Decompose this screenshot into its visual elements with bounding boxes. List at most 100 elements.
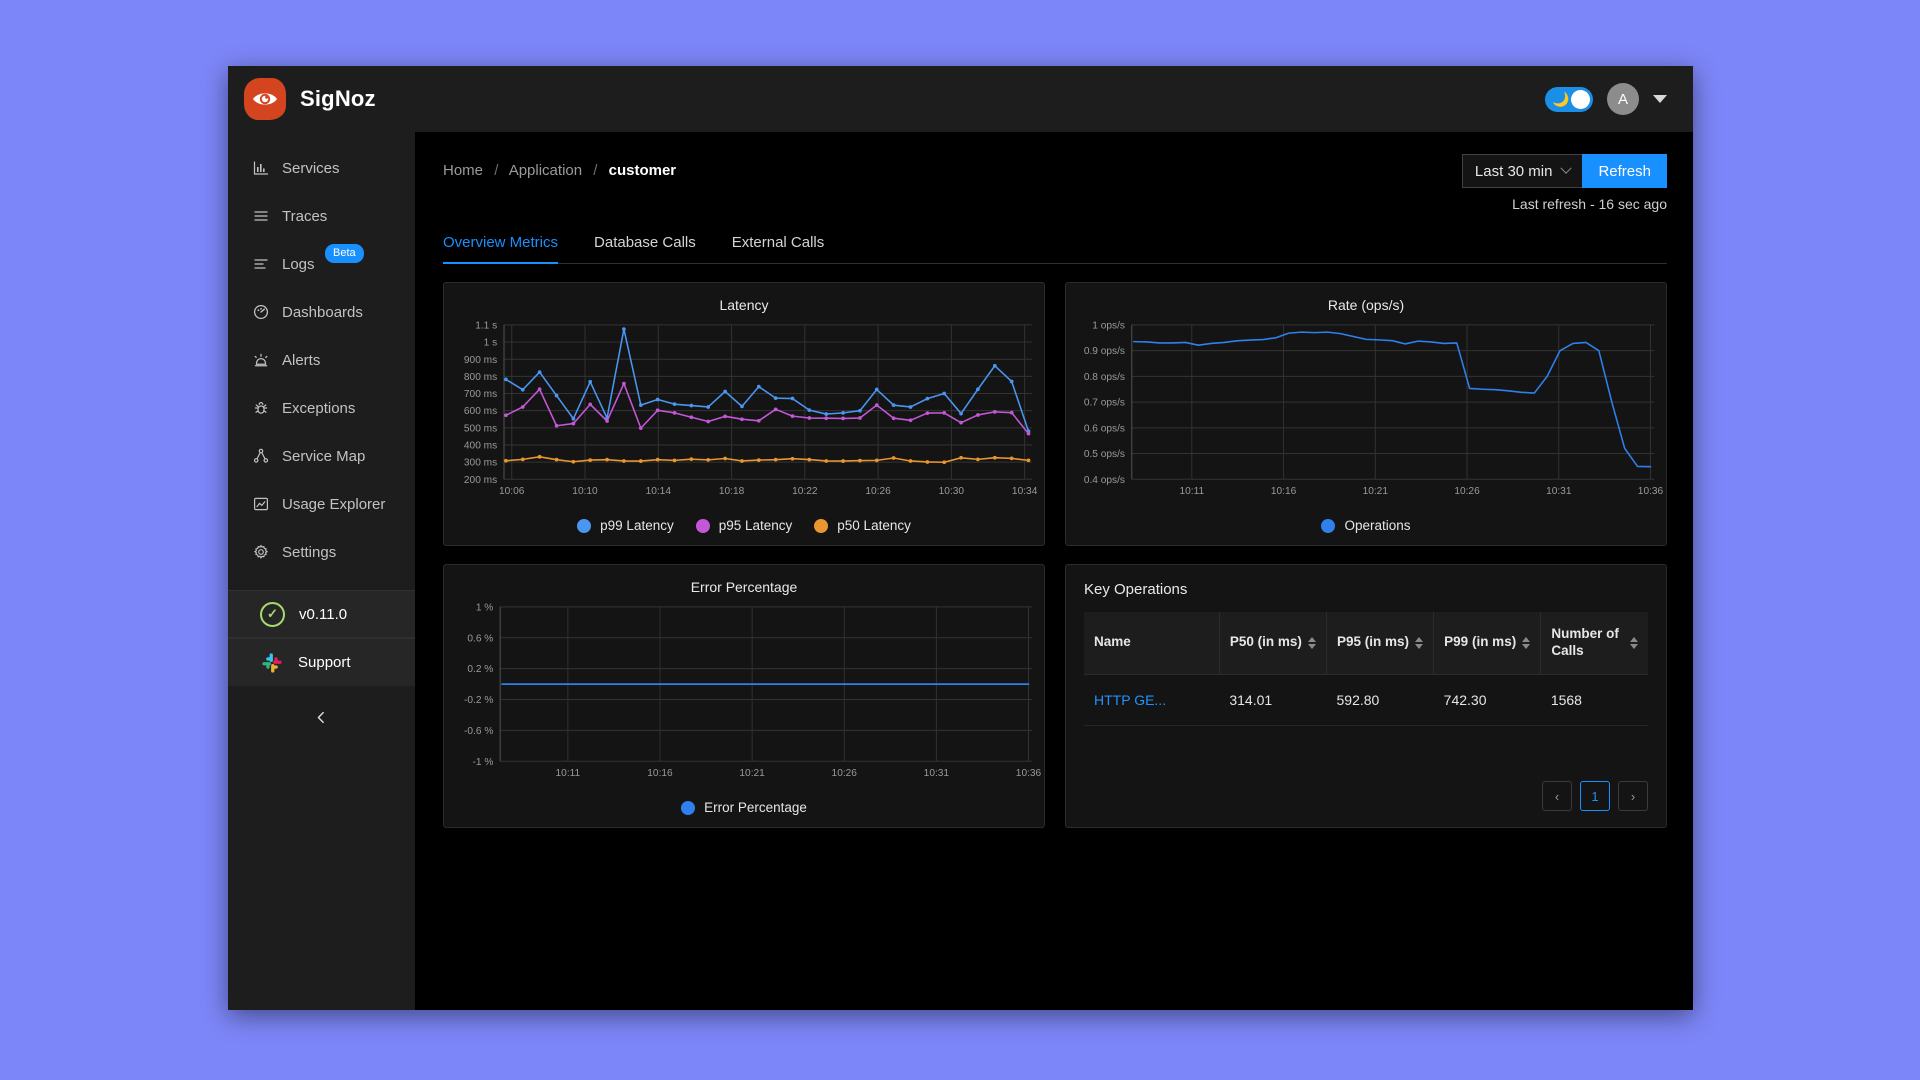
sidebar-item-service-map[interactable]: Service Map [228,432,415,480]
latency-chart[interactable]: 1.1 s 1 s 900 ms 800 ms 700 ms 600 ms 500 ms 40… [444,317,1044,505]
cell-operation-name[interactable]: HTTP GE... [1084,674,1220,726]
tab-overview-metrics[interactable]: Overview Metrics [443,234,576,264]
column-header-calls[interactable]: Number of Calls [1540,612,1648,675]
sidebar-item-settings[interactable]: Settings [228,528,415,576]
svg-text:10:21: 10:21 [739,768,765,779]
pagination-next-button[interactable]: › [1618,781,1648,811]
legend-label: p99 Latency [600,518,674,533]
svg-text:0.2 %: 0.2 % [467,664,493,675]
tab-database-calls[interactable]: Database Calls [576,234,714,263]
key-operations-table: Name P50 (in ms) P95 (in ms) P99 (in ms)… [1084,612,1648,726]
svg-text:10:16: 10:16 [1271,486,1297,497]
panel-latency: Latency 1.1 s 1 s 900 ms 800 ms 700 ms 600 ms… [443,282,1045,546]
error-percentage-legend: Error Percentage [444,800,1044,815]
sidebar-bottom: ✓ v0.11.0 Support [228,590,415,748]
panel-rate: Rate (ops/s) 1 ops/s 0.9 ops/s 0.8 ops/s 0.… [1065,282,1667,546]
svg-text:10:31: 10:31 [1546,486,1572,497]
refresh-button[interactable]: Refresh [1582,154,1667,188]
nodes-share-icon [252,447,270,465]
legend-item-p50[interactable]: p50 Latency [814,518,911,533]
panel-title: Rate (ops/s) [1327,297,1405,313]
sidebar-item-logs[interactable]: Logs Beta [228,240,415,288]
svg-text:10:16: 10:16 [647,768,673,779]
chevron-left-icon [317,711,324,723]
panel-title: Error Percentage [690,579,798,595]
svg-text:500 ms: 500 ms [464,423,497,434]
toggle-knob [1571,89,1590,109]
svg-text:10:10: 10:10 [572,486,598,497]
dashboard-gauge-icon [252,303,270,321]
tabs: Overview Metrics Database Calls External… [443,234,1667,264]
svg-text:0.7 ops/s: 0.7 ops/s [1084,398,1125,409]
svg-text:1 %: 1 % [476,602,494,613]
chevron-down-icon[interactable] [1653,95,1667,103]
sidebar: Services Traces Logs Beta Dashboards Ale… [228,132,415,1010]
sidebar-item-label: Service Map [282,447,366,465]
svg-text:400 ms: 400 ms [464,440,497,451]
time-range-select[interactable]: Last 30 min [1461,154,1583,188]
column-label: P50 (in ms) [1229,634,1302,650]
line-chart-icon [252,495,270,513]
legend-dot [577,518,592,533]
signoz-app-window: SigNoz 🌙 A Services Traces Logs Beta Das… [228,66,1693,1010]
svg-text:700 ms: 700 ms [464,389,497,400]
support-row[interactable]: Support [228,638,415,686]
align-left-icon [252,255,270,273]
column-header-p50[interactable]: P50 (in ms) [1218,612,1327,675]
sidebar-item-traces[interactable]: Traces [228,192,415,240]
menu-lines-icon [252,207,270,225]
error-percentage-chart[interactable]: 1 % 0.6 % 0.2 % -0.2 % -0.6 % -1 % 10:11 10:16 1… [444,599,1044,787]
sidebar-item-services[interactable]: Services [228,144,415,192]
tab-external-calls[interactable]: External Calls [714,234,843,263]
rate-chart[interactable]: 1 ops/s 0.9 ops/s 0.8 ops/s 0.7 ops/s 0.6 op… [1066,317,1666,505]
svg-text:800 ms: 800 ms [464,372,497,383]
sort-toggle-icon[interactable] [1522,636,1531,649]
legend-label: p50 Latency [837,518,911,533]
legend-item-p95[interactable]: p95 Latency [695,518,792,533]
svg-text:0.5 ops/s: 0.5 ops/s [1084,449,1125,460]
svg-text:10:18: 10:18 [719,486,745,497]
legend-item-operations[interactable]: Operations [1321,518,1411,533]
svg-text:10:34: 10:34 [1012,486,1038,497]
bug-icon [252,399,270,417]
svg-text:1.1 s: 1.1 s [475,320,497,331]
column-label: Name [1094,634,1131,650]
sidebar-item-exceptions[interactable]: Exceptions [228,384,415,432]
sidebar-item-usage-explorer[interactable]: Usage Explorer [228,480,415,528]
avatar[interactable]: A [1607,83,1639,115]
legend-item-error-percentage[interactable]: Error Percentage [681,800,807,815]
legend-label: Operations [1344,518,1411,533]
sort-toggle-icon[interactable] [1415,636,1424,649]
svg-text:-0.2 %: -0.2 % [464,695,493,706]
svg-text:200 ms: 200 ms [464,475,497,486]
version-row[interactable]: ✓ v0.11.0 [228,590,415,638]
column-header-p95[interactable]: P95 (in ms) [1326,612,1434,675]
sidebar-item-alerts[interactable]: Alerts [228,336,415,384]
column-header-name[interactable]: Name [1084,612,1220,675]
breadcrumb-application[interactable]: Application [509,162,582,179]
svg-text:10:36: 10:36 [1016,768,1042,779]
pagination-prev-button[interactable]: ‹ [1542,781,1572,811]
version-label: v0.11.0 [299,605,348,623]
breadcrumb-home[interactable]: Home [443,162,483,179]
sort-toggle-icon[interactable] [1308,636,1317,649]
sidebar-item-dashboards[interactable]: Dashboards [228,288,415,336]
legend-item-p99[interactable]: p99 Latency [577,518,674,533]
panel-title: Latency [719,297,769,313]
time-controls: Last 30 min Refresh [1461,154,1667,188]
alert-bell-icon [252,351,270,369]
brand[interactable]: SigNoz [244,78,434,120]
panel-key-operations: Key Operations Name P50 (in ms) P95 (in … [1065,564,1667,828]
check-circle-icon: ✓ [260,601,285,627]
column-header-p99[interactable]: P99 (in ms) [1433,612,1541,675]
sort-toggle-icon[interactable] [1630,636,1638,649]
sidebar-item-label: Usage Explorer [282,495,386,513]
moon-icon: 🌙 [1552,90,1570,107]
pagination-page-1[interactable]: 1 [1580,781,1610,811]
bar-chart-icon [252,159,270,177]
svg-text:-0.6 %: -0.6 % [464,726,493,737]
time-controls-block: Last 30 min Refresh Last refresh - 16 se… [1461,154,1667,212]
sidebar-collapse-button[interactable] [228,686,415,748]
beta-badge: Beta [325,244,364,263]
theme-toggle[interactable]: 🌙 [1545,86,1593,112]
